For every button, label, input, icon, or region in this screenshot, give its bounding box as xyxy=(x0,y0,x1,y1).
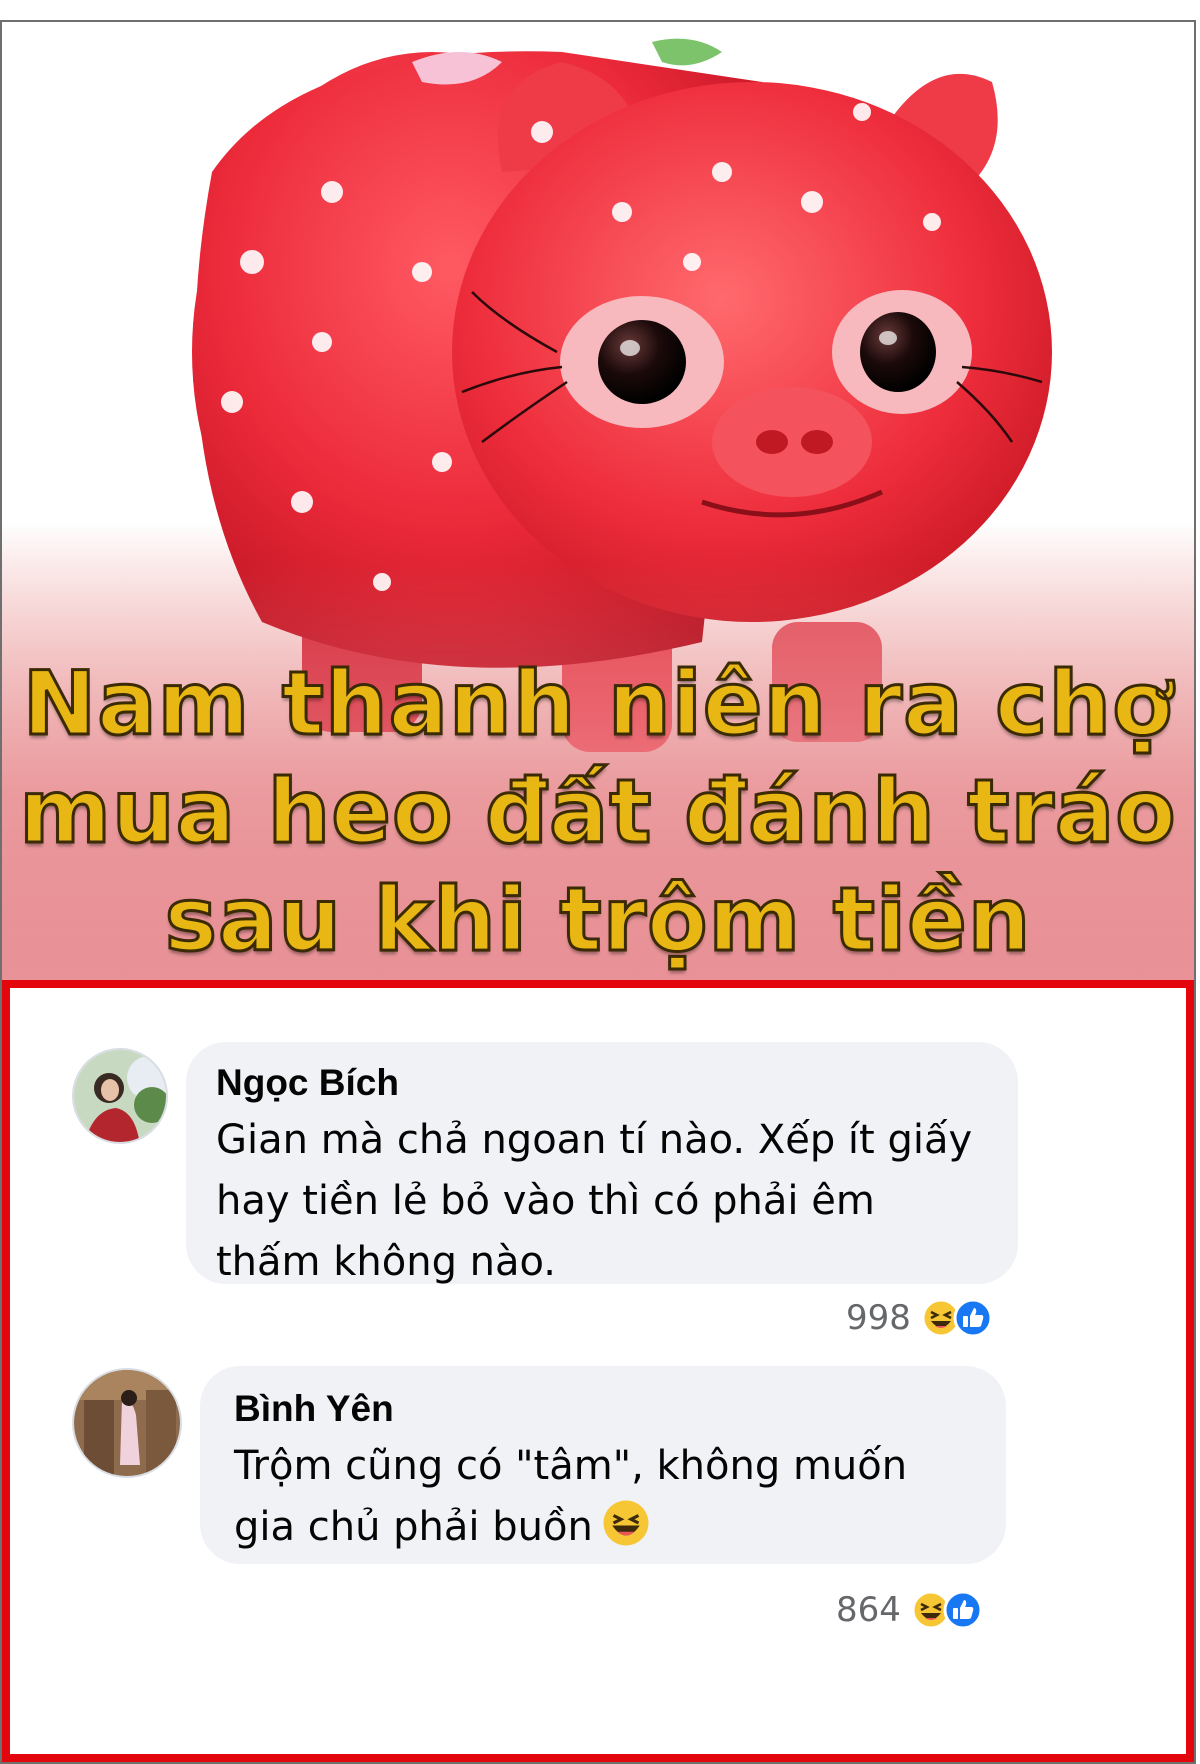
comment-text-wrap: Trộm cũng có "tâm", không muốn gia chủ p… xyxy=(234,1436,972,1558)
avatar[interactable] xyxy=(72,1368,182,1478)
avatar[interactable] xyxy=(72,1048,168,1144)
headline-caption: Nam thanh niên ra chợ mua heo đất đánh t… xyxy=(18,651,1177,973)
comment-bubble: Ngọc Bích Gian mà chả ngoan tí nào. Xếp … xyxy=(186,1042,1018,1285)
comment-1: Ngọc Bích Gian mà chả ngoan tí nào. Xếp … xyxy=(10,988,1186,1368)
comment-text: Gian mà chả ngoan tí nào. Xếp ít giấy ha… xyxy=(216,1117,973,1285)
comment-bubble: Bình Yên Trộm cũng có "tâm", không muốn … xyxy=(200,1366,1006,1564)
like-icon xyxy=(953,1298,993,1338)
like-icon xyxy=(943,1590,983,1630)
avatar-photo xyxy=(74,1050,166,1142)
comment-author[interactable]: Bình Yên xyxy=(234,1388,972,1430)
comment-text: Trộm cũng có "tâm", không muốn gia chủ p… xyxy=(234,1443,908,1550)
avatar-photo xyxy=(74,1370,180,1476)
comments-panel: Ngọc Bích Gian mà chả ngoan tí nào. Xếp … xyxy=(2,980,1194,1762)
comment-2: Bình Yên Trộm cũng có "tâm", không muốn … xyxy=(10,1366,1186,1758)
post-image-frame: Nam thanh niên ra chợ mua heo đất đánh t… xyxy=(0,20,1196,1764)
comment-author[interactable]: Ngọc Bích xyxy=(216,1062,988,1104)
laughing-emoji-icon xyxy=(603,1500,649,1546)
reaction-count: 864 xyxy=(836,1590,901,1630)
reaction-count: 998 xyxy=(846,1298,911,1338)
reaction-summary[interactable]: 864 xyxy=(836,1590,983,1630)
reaction-summary[interactable]: 998 xyxy=(846,1298,993,1338)
hero-photo: Nam thanh niên ra chợ mua heo đất đánh t… xyxy=(2,22,1194,982)
